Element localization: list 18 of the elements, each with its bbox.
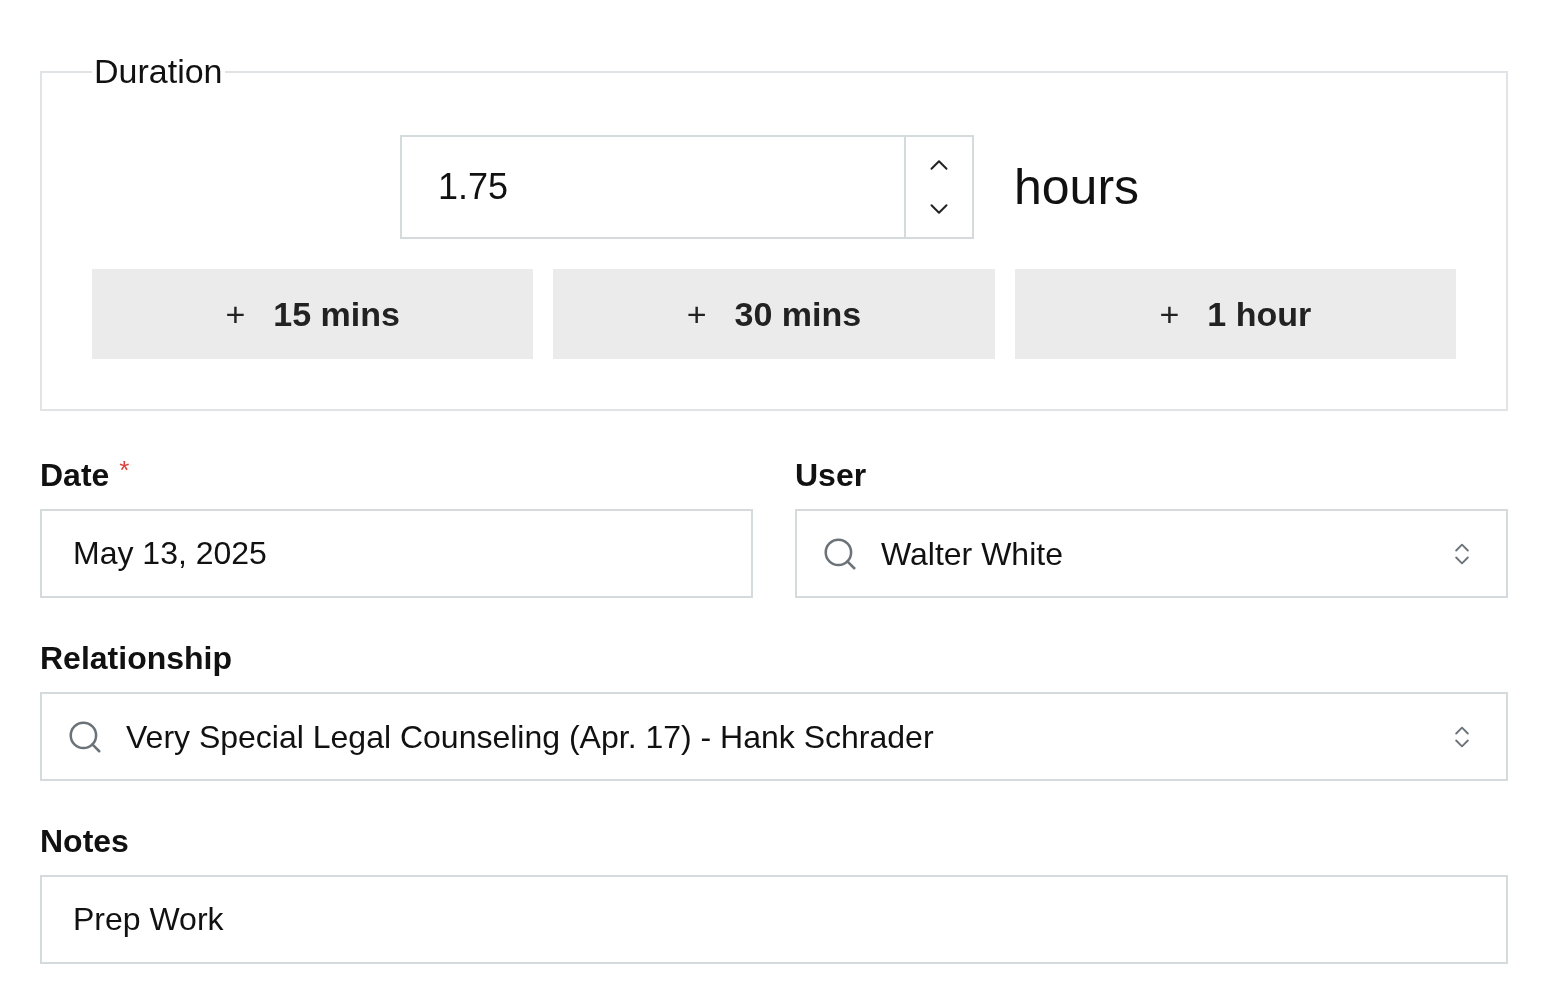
text-field[interactable]: May 13, 2025 <box>40 509 753 598</box>
select-value: Very Special Legal Counseling (Apr. 17) - Hank Schrader <box>126 717 935 757</box>
field-label: Date <box>40 456 110 495</box>
select-value: Walter White <box>881 534 1064 574</box>
field-label: Notes <box>40 822 129 861</box>
field-label: User <box>795 456 867 495</box>
text-field[interactable]: Prep Work <box>40 875 1508 964</box>
add-time-button[interactable]: + 30 mins <box>553 269 995 359</box>
required-mark: * <box>119 455 130 485</box>
unit-label: hours <box>1014 157 1140 217</box>
number-field[interactable]: 1.75 <box>400 135 974 239</box>
search-select[interactable]: Very Special Legal Counseling (Apr. 17) - Hank Schrader <box>40 692 1508 781</box>
field-label: Relationship <box>40 639 232 678</box>
add-time-button[interactable]: + 1 hour <box>1014 269 1456 359</box>
number-value: 1.75 <box>437 165 510 209</box>
panel-legend: Duration <box>92 46 225 97</box>
add-time-button[interactable]: + 15 mins <box>92 269 534 359</box>
search-select[interactable]: Walter White <box>795 509 1508 598</box>
